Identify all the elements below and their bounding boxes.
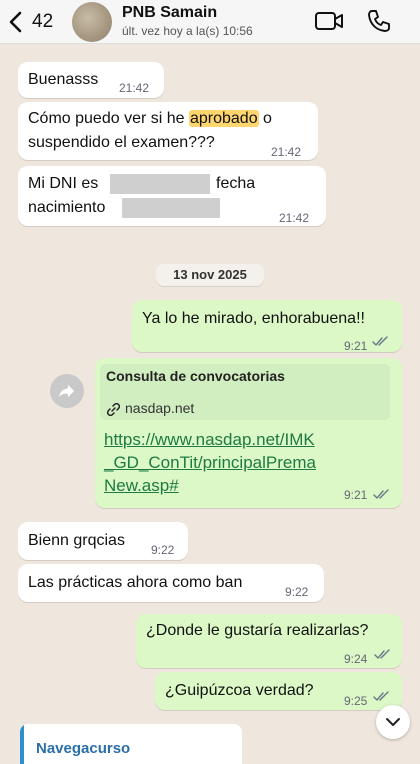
redacted-block (110, 174, 210, 194)
forward-icon (59, 384, 75, 398)
message-time: 9:21 (344, 488, 368, 502)
contact-name[interactable]: PNB Samain (122, 4, 217, 22)
date-separator: 13 nov 2025 (156, 264, 264, 286)
message-outgoing[interactable]: ¿Donde le gustaría realizarlas? 9:24 (136, 614, 402, 668)
message-time: 9:22 (151, 543, 175, 557)
search-highlight: aprobado (188, 110, 259, 127)
message-time: 9:24 (344, 652, 368, 666)
link-preview-card[interactable]: Consulta de convocatorias nasdap.net (100, 364, 390, 420)
video-camera-icon[interactable] (314, 10, 344, 32)
message-text: Las prácticas ahora como ban (28, 574, 243, 591)
last-seen-status: últ. vez hoy a la(s) 10:56 (122, 24, 253, 38)
message-incoming[interactable]: Las prácticas ahora como ban 9:22 (18, 564, 324, 602)
message-text-line2: suspendido el examen??? (28, 134, 215, 151)
link-icon (107, 403, 120, 416)
chevron-down-icon (386, 718, 400, 726)
message-incoming[interactable]: Bienn grqcias 9:22 (18, 522, 188, 560)
message-text: Mi DNI es (28, 175, 99, 192)
unread-count: 42 (32, 11, 54, 32)
message-outgoing[interactable]: Ya lo he mirado, enhorabuena!! 9:21 (132, 300, 402, 353)
quoted-sender-name: Navegacurso (36, 740, 131, 757)
message-time: 9:22 (285, 585, 309, 599)
quote-accent-bar (20, 724, 24, 764)
message-text: Buenasss (28, 71, 99, 88)
message-link[interactable]: https://www.nasdap.net/IMK_GD_ConTit/pri… (104, 428, 324, 497)
back-button[interactable]: 42 (8, 9, 68, 35)
message-time: 21:42 (279, 211, 310, 225)
message-text: fecha (216, 175, 256, 192)
double-check-icon (373, 691, 389, 701)
double-check-icon (372, 336, 388, 346)
redacted-block (122, 198, 220, 218)
message-time: 9:25 (344, 694, 368, 708)
link-preview-title: Consulta de convocatorias (106, 368, 285, 384)
link-preview-domain: nasdap.net (125, 400, 195, 416)
message-time: 21:42 (119, 81, 150, 95)
message-text: ¿Donde le gustaría realizarlas? (146, 622, 369, 639)
message-text: Bienn grqcias (28, 532, 125, 549)
phone-icon[interactable] (366, 8, 392, 34)
message-time: 9:21 (344, 339, 368, 353)
message-outgoing[interactable]: ¿Guipúzcoa verdad? 9:25 (155, 672, 402, 710)
message-text: nacimiento (28, 199, 106, 216)
double-check-icon (374, 649, 390, 659)
scroll-to-bottom-button[interactable] (376, 705, 410, 739)
chat-area[interactable]: Buenasss 21:42 Cómo puedo ver si he apro… (0, 44, 420, 764)
message-incoming[interactable]: Mi DNI es fecha nacimiento 21:42 (18, 166, 326, 226)
avatar[interactable] (72, 2, 112, 42)
message-incoming[interactable]: Cómo puedo ver si he aprobado o suspendi… (18, 102, 318, 160)
message-incoming[interactable]: Buenasss 21:42 (18, 62, 164, 98)
message-time: 21:42 (271, 145, 302, 159)
chat-header: 42 PNB Samain últ. vez hoy a la(s) 10:56 (0, 0, 420, 44)
forward-button[interactable] (50, 374, 84, 408)
message-text: ¿Guipúzcoa verdad? (165, 682, 314, 699)
double-check-icon (373, 489, 389, 499)
chevron-left-icon (9, 11, 22, 33)
message-text: Ya lo he mirado, enhorabuena!! (142, 310, 365, 327)
quoted-message-card[interactable]: Navegacurso (20, 724, 242, 764)
message-text: Cómo puedo ver si he aprobado o (28, 110, 272, 127)
